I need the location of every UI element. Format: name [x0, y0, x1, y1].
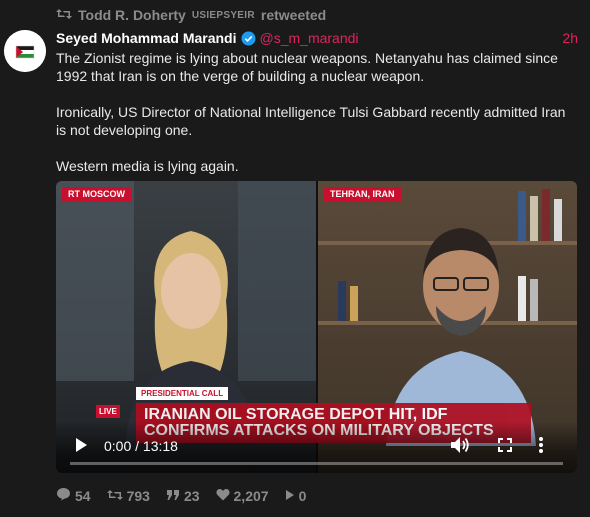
tweet-header: Seyed Mohammad Marandi @s_m_marandi 2h	[56, 28, 578, 48]
live-badge: LIVE	[96, 405, 120, 418]
fullscreen-icon[interactable]	[498, 438, 512, 457]
retweet-button[interactable]: 793	[106, 487, 150, 504]
reply-icon	[56, 487, 71, 504]
retweet-indicator: Todd R. Doherty USIEPSYEIR retweeted	[56, 7, 326, 23]
tweet-paragraph: The Zionist regime is lying about nuclea…	[56, 50, 558, 84]
tweet-text: The Zionist regime is lying about nuclea…	[56, 49, 578, 175]
tweet-paragraph: Western media is lying again.	[56, 158, 239, 174]
tweet-timestamp[interactable]: 2h	[562, 30, 578, 46]
like-button[interactable]: 2,207	[215, 487, 269, 504]
progress-bar[interactable]	[70, 462, 563, 465]
location-tag-left: RT MOSCOW	[62, 187, 131, 202]
reply-button[interactable]: 54	[56, 487, 91, 504]
volume-icon[interactable]	[450, 436, 470, 459]
verified-icon	[240, 30, 256, 46]
like-count: 2,207	[233, 487, 269, 504]
retweeter-name[interactable]: Todd R. Doherty	[78, 7, 186, 23]
share-button[interactable]: 0	[285, 487, 307, 504]
share-count: 0	[298, 487, 307, 504]
lower-third-label: PRESIDENTIAL CALL	[136, 387, 229, 400]
video-controls: 0:00 / 13:18	[56, 421, 577, 473]
reply-count: 54	[75, 487, 91, 504]
location-tag-right: TEHRAN, IRAN	[324, 187, 401, 202]
play-icon[interactable]	[74, 437, 88, 458]
retweet-icon	[56, 7, 72, 23]
author-handle[interactable]: @s_m_marandi	[260, 30, 359, 46]
retweet-count: 793	[126, 487, 150, 504]
quote-button[interactable]: 23	[166, 487, 200, 504]
retweeter-tag: USIEPSYEIR	[191, 9, 255, 21]
quote-count: 23	[183, 487, 200, 504]
quote-icon	[166, 488, 180, 504]
avatar[interactable]	[4, 30, 46, 72]
tweet-actions: 54 793 23 2,207 0	[56, 487, 306, 504]
more-options-icon[interactable]	[538, 436, 544, 459]
video-time: 0:00 / 13:18	[104, 438, 178, 454]
heart-icon	[215, 488, 230, 504]
tweet-paragraph: Ironically, US Director of National Inte…	[56, 104, 566, 138]
share-icon	[285, 488, 295, 504]
author-name[interactable]: Seyed Mohammad Marandi	[56, 30, 237, 46]
video-player[interactable]: RT MOSCOW TEHRAN, IRAN PRESIDENTIAL CALL…	[56, 181, 577, 473]
retweet-suffix: retweeted	[260, 7, 327, 23]
retweet-icon	[106, 488, 123, 504]
